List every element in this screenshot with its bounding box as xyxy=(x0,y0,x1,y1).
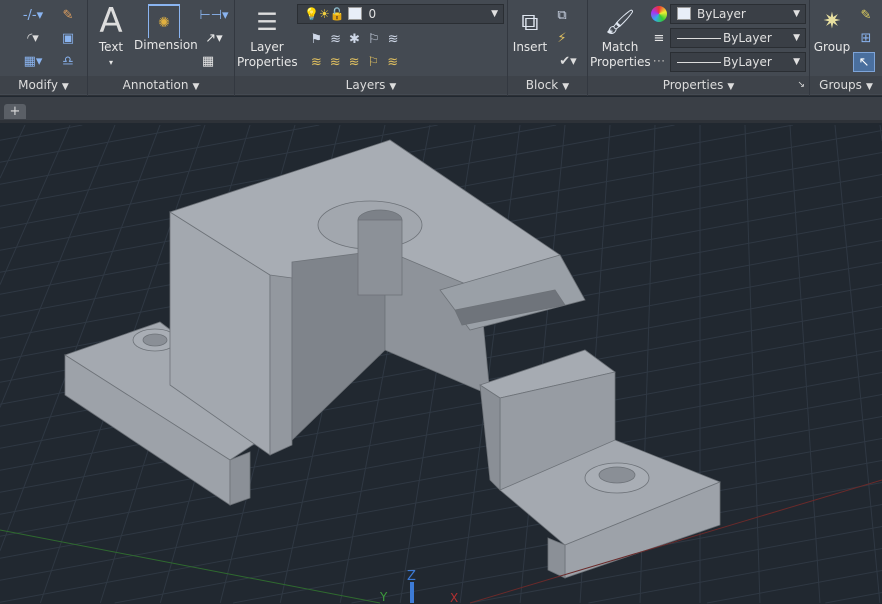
annotation-label: Annotation xyxy=(122,78,189,92)
leader-icon[interactable]: ↗▾ xyxy=(198,29,230,47)
block-panel: ⧉ Insert ⧉ ⚡ ✔▾ Block ▼ xyxy=(508,0,588,96)
left-plate-side xyxy=(229,451,251,506)
ucs-x-label: X xyxy=(450,591,458,604)
grid-line xyxy=(0,437,882,603)
dialog-launcher-icon[interactable]: ↘ xyxy=(797,76,805,94)
color-wheel-icon xyxy=(651,6,667,22)
grid-line xyxy=(706,569,882,604)
right-block-left xyxy=(479,384,501,491)
arch-left-pillar xyxy=(269,261,293,456)
block-panel-label[interactable]: Block ▼ xyxy=(508,76,587,94)
dimension-button[interactable]: ✺ Dimension xyxy=(134,4,198,53)
groups-panel-label[interactable]: Groups ▼ xyxy=(810,76,882,94)
grid-line xyxy=(789,125,821,604)
layer-properties-button[interactable]: ☰ Layer Properties xyxy=(237,4,298,70)
line-sample xyxy=(677,62,721,63)
text-icon: A xyxy=(99,1,123,41)
linetype-icon: ⋯ xyxy=(652,53,666,69)
grid-line xyxy=(825,591,882,604)
array-icon[interactable]: ▦▾ xyxy=(18,52,48,70)
new-tab-button[interactable]: + xyxy=(4,104,26,119)
bore-cylinder xyxy=(357,219,403,296)
group-edit-icon[interactable]: ✎ xyxy=(856,6,876,24)
left-hole xyxy=(142,333,168,347)
annotation-panel-label[interactable]: Annotation ▼ xyxy=(88,76,234,94)
modify-panel-label[interactable]: Modify ▼ xyxy=(0,76,87,94)
group-add-remove-icon[interactable]: ⊞ xyxy=(856,29,876,47)
properties-panel-label[interactable]: Properties ▼ ↘ xyxy=(588,76,809,94)
layer-dropdown[interactable]: 💡☀🔓 0 ▼ xyxy=(297,4,504,24)
layer-stack-icon: ☰ xyxy=(256,8,278,36)
match-properties-icon: 🖌 xyxy=(604,8,636,36)
fillet-icon[interactable]: ◜▾ xyxy=(18,29,48,47)
linear-dim-icon[interactable]: ⊢⊣▾ xyxy=(198,6,230,24)
color-value: ByLayer xyxy=(697,7,746,21)
line-sample xyxy=(677,38,721,39)
grid-line xyxy=(0,125,201,163)
edit-block-icon[interactable]: ⚡ xyxy=(552,29,572,47)
ribbon: -/-▾ ✎ ◜▾ ▣ ▦▾ ♎ Modify ▼ A Text ▾ ✺ Dimensi… xyxy=(0,0,882,96)
dimension-label: Dimension xyxy=(134,38,198,52)
annotation-panel: A Text ▾ ✺ Dimension ⊢⊣▾ ↗▾ ▦ Annotation ▼ xyxy=(88,0,235,96)
grid-line xyxy=(0,125,26,179)
properties-label: Properties xyxy=(662,78,724,92)
match-properties-button[interactable]: 🖌 Match Properties xyxy=(590,4,651,70)
modify-panel: -/-▾ ✎ ◜▾ ▣ ▦▾ ♎ Modify ▼ xyxy=(0,0,88,96)
layer-tools-row2[interactable]: ≋≋≋⚐≋ xyxy=(301,52,416,72)
layers-label: Layers xyxy=(345,78,386,92)
text-button[interactable]: A Text ▾ xyxy=(96,2,126,70)
grid-line xyxy=(744,125,761,604)
model-canvas: Z Y X xyxy=(0,125,882,604)
match-properties-label: Match Properties xyxy=(590,40,651,69)
color-dropdown[interactable]: ByLayer ▼ xyxy=(670,4,806,24)
linetype-value: ByLayer xyxy=(723,55,772,69)
insert-button[interactable]: ⧉ Insert xyxy=(512,4,548,55)
grid-line xyxy=(588,547,882,604)
grid-line xyxy=(0,125,83,141)
layers-panel: ☰ Layer Properties 💡☀🔓 0 ▼ ⚑≋✱⚐≋ ≋≋≋⚐≋ Lay… xyxy=(235,0,508,96)
block-label: Block xyxy=(525,78,559,92)
file-tabs-bar: + xyxy=(0,97,882,123)
drawing-viewport[interactable]: Z Y X xyxy=(0,125,882,604)
groups-panel: ✷ Group ✎ ⊞ ↖ Groups ▼ xyxy=(810,0,882,96)
erase-icon[interactable]: ✎ xyxy=(58,6,78,24)
layer-state-icons: 💡☀🔓 xyxy=(304,7,349,21)
group-icon: ✷ xyxy=(822,9,842,34)
current-layer-value: 0 xyxy=(368,7,377,21)
layer-tools-row1[interactable]: ⚑≋✱⚐≋ xyxy=(301,29,416,49)
group-button[interactable]: ✷ Group xyxy=(812,4,852,55)
color-swatch xyxy=(677,7,691,20)
offset-icon[interactable]: ♎ xyxy=(58,52,78,70)
right-plate-side xyxy=(547,537,566,579)
linetype-dropdown[interactable]: ByLayer ▼ xyxy=(670,52,806,72)
3d-model xyxy=(64,139,722,579)
create-block-icon[interactable]: ⧉ xyxy=(552,6,572,24)
group-selection-icon[interactable]: ↖ xyxy=(853,52,875,72)
ucs-z-label: Z xyxy=(407,569,416,584)
dimension-icon: ✺ xyxy=(148,4,180,38)
table-icon[interactable]: ▦ xyxy=(198,52,218,70)
layers-panel-label[interactable]: Layers ▼ xyxy=(235,76,507,94)
groups-label: Groups xyxy=(819,78,862,92)
lineweight-icon: ≡ xyxy=(653,30,665,46)
layer-properties-label: Layer Properties xyxy=(237,40,298,69)
insert-icon: ⧉ xyxy=(521,8,539,36)
insert-label: Insert xyxy=(512,40,548,54)
trim-icon[interactable]: -/-▾ xyxy=(18,6,48,24)
layer-color-swatch xyxy=(348,7,363,20)
lineweight-value: ByLayer xyxy=(723,31,772,45)
properties-panel: 🖌 Match Properties ≡ ⋯ ByLayer ▼ ByLayer ▼ … xyxy=(588,0,810,96)
lineweight-dropdown[interactable]: ByLayer ▼ xyxy=(670,28,806,48)
block-attributes-icon[interactable]: ✔▾ xyxy=(552,52,584,70)
text-label: Text xyxy=(98,40,124,54)
solid-icon[interactable]: ▣ xyxy=(58,29,78,47)
ucs-y-label: Y xyxy=(379,590,388,604)
right-hole xyxy=(598,466,636,484)
modify-label: Modify xyxy=(18,78,58,92)
group-label: Group xyxy=(813,40,851,54)
